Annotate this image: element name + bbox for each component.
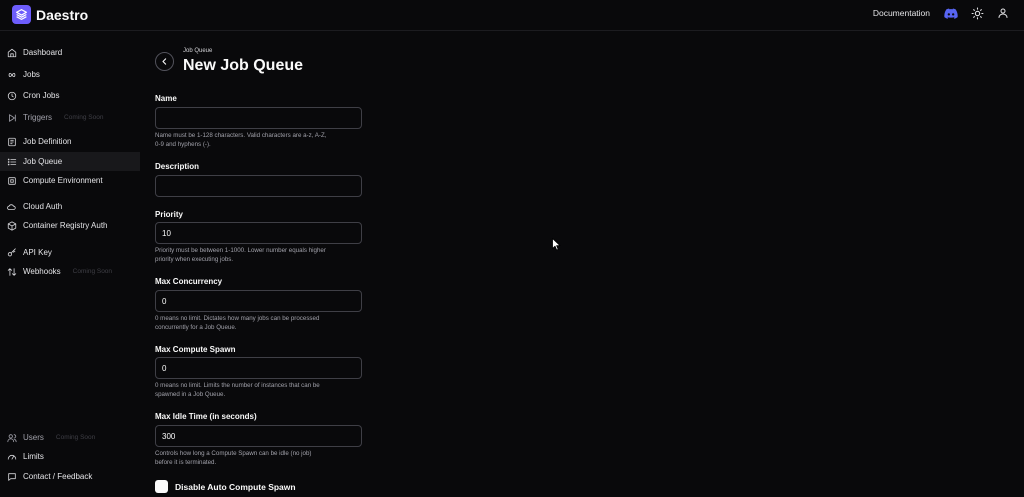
cloud-icon: [6, 201, 17, 212]
description-label: Description: [155, 162, 200, 171]
coming-soon-badge: Coming Soon: [64, 114, 104, 121]
cpu-icon: [6, 175, 17, 186]
name-input[interactable]: [155, 107, 362, 129]
trigger-icon: [6, 112, 17, 123]
clock-icon: [6, 90, 17, 101]
users-icon: [6, 432, 17, 443]
top-bar: Daestro Documentation: [0, 0, 1024, 31]
description-input[interactable]: [155, 175, 362, 197]
sidebar-item-label: API Key: [23, 248, 52, 257]
home-icon: [6, 47, 17, 58]
brand[interactable]: Daestro: [12, 5, 88, 24]
sidebar-item-job-queue[interactable]: Job Queue: [0, 152, 140, 171]
sidebar-item-label: Job Queue: [23, 157, 63, 166]
max-compute-spawn-input[interactable]: [155, 357, 362, 379]
max-concurrency-label: Max Concurrency: [155, 277, 223, 286]
name-help-text: Name must be 1-128 characters. Valid cha…: [155, 132, 327, 148]
documentation-link[interactable]: Documentation: [873, 8, 930, 18]
key-icon: [6, 247, 17, 258]
theme-toggle-sun-icon[interactable]: [970, 6, 984, 20]
sidebar-item-api-key[interactable]: API Key: [0, 243, 140, 262]
sidebar: Dashboard Jobs Cron Jobs Triggers Coming…: [0, 31, 140, 497]
sidebar-item-label: Compute Environment: [23, 176, 103, 185]
sidebar-item-dashboard[interactable]: Dashboard: [0, 43, 140, 62]
max-idle-time-help-text: Controls how long a Compute Spawn can be…: [155, 450, 312, 466]
name-label: Name: [155, 94, 177, 103]
sidebar-item-job-definition[interactable]: Job Definition: [0, 132, 140, 151]
webhook-icon: [6, 266, 17, 277]
max-concurrency-input[interactable]: [155, 290, 362, 312]
sidebar-item-container-registry-auth[interactable]: Container Registry Auth: [0, 216, 140, 235]
sidebar-item-label: Contact / Feedback: [23, 472, 93, 481]
disable-auto-compute-spawn-row[interactable]: Disable Auto Compute Spawn: [155, 480, 296, 493]
brand-name: Daestro: [36, 6, 89, 23]
sidebar-item-label: Job Definition: [23, 137, 72, 146]
sidebar-item-label: Webhooks: [23, 267, 61, 276]
discord-icon[interactable]: [944, 6, 958, 20]
max-compute-spawn-label: Max Compute Spawn: [155, 345, 236, 354]
chevron-left-icon: [160, 53, 169, 71]
mouse-cursor-icon: [552, 238, 561, 251]
list-icon: [6, 156, 17, 167]
priority-input[interactable]: [155, 222, 362, 244]
sidebar-item-contact-feedback[interactable]: Contact / Feedback: [0, 467, 140, 486]
box-icon: [6, 220, 17, 231]
sidebar-item-jobs[interactable]: Jobs: [0, 65, 140, 84]
sidebar-item-label: Container Registry Auth: [23, 221, 108, 230]
coming-soon-badge: Coming Soon: [72, 268, 113, 275]
sidebar-item-compute-environment[interactable]: Compute Environment: [0, 171, 140, 190]
daestro-logo-icon: [12, 5, 31, 24]
sidebar-item-webhooks[interactable]: Webhooks Coming Soon: [0, 262, 140, 281]
sidebar-item-label: Cloud Auth: [23, 202, 63, 211]
priority-help-text: Priority must be between 1-1000. Lower n…: [155, 247, 326, 263]
back-button[interactable]: [155, 52, 174, 71]
sidebar-item-label: Users: [23, 433, 44, 442]
message-icon: [6, 471, 17, 482]
gauge-icon: [6, 451, 17, 462]
user-profile-icon[interactable]: [996, 6, 1010, 20]
page-title: New Job Queue: [183, 57, 304, 74]
sidebar-item-users[interactable]: Users Coming Soon: [0, 428, 140, 447]
disable-auto-compute-spawn-checkbox[interactable]: [155, 480, 168, 493]
coming-soon-badge: Coming Soon: [55, 434, 96, 441]
sidebar-item-label: Limits: [23, 452, 44, 461]
max-concurrency-help-text: 0 means no limit. Dictates how many jobs…: [155, 315, 320, 331]
priority-label: Priority: [155, 210, 184, 219]
jobs-icon: [6, 69, 17, 80]
file-icon: [6, 136, 17, 147]
sidebar-item-label: Jobs: [23, 70, 40, 79]
max-idle-time-input[interactable]: [155, 425, 362, 447]
sidebar-item-limits[interactable]: Limits: [0, 447, 140, 466]
sidebar-item-label: Dashboard: [23, 48, 63, 57]
sidebar-item-cloud-auth[interactable]: Cloud Auth: [0, 197, 140, 216]
disable-auto-compute-spawn-label: Disable Auto Compute Spawn: [175, 481, 296, 492]
sidebar-item-label: Cron Jobs: [23, 91, 60, 100]
breadcrumb[interactable]: Job Queue: [183, 48, 212, 54]
sidebar-item-cron-jobs[interactable]: Cron Jobs: [0, 86, 140, 105]
max-idle-time-label: Max Idle Time (in seconds): [155, 412, 257, 421]
max-compute-spawn-help-text: 0 means no limit. Limits the number of i…: [155, 382, 320, 398]
sidebar-item-label: Triggers: [23, 113, 53, 122]
sidebar-item-triggers[interactable]: Triggers Coming Soon: [0, 108, 140, 127]
